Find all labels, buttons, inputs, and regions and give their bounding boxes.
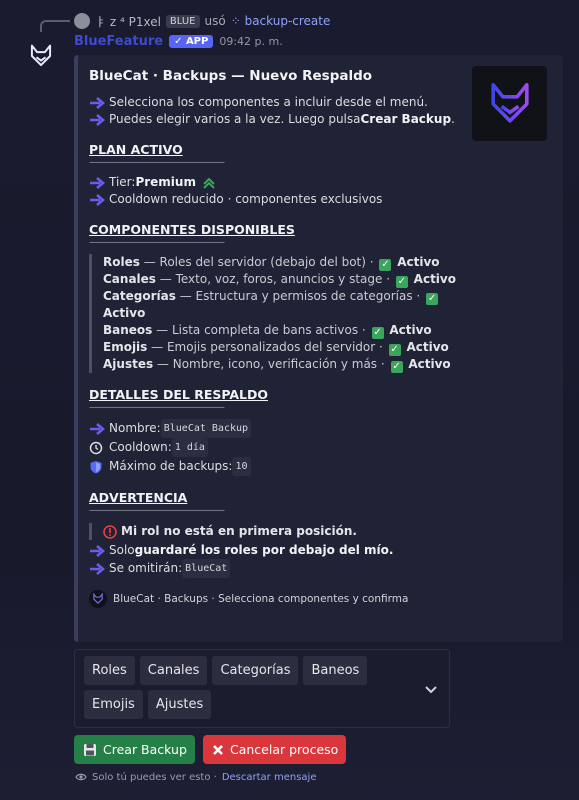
detail-cooldown: Cooldown: 1 día: [89, 438, 549, 457]
fox-logo-icon: [490, 82, 529, 123]
check-icon: ✓: [379, 259, 392, 271]
chevrons-up-icon: [203, 177, 215, 189]
embed-card: BlueCat · Backups — Nuevo Respaldo Selec…: [74, 55, 563, 642]
section-heading: ADVERTENCIA: [89, 490, 188, 505]
component-item: Ajustes — Nombre, icono, verificación y …: [103, 357, 451, 373]
arrow-right-icon: [90, 113, 105, 126]
create-backup-button[interactable]: Crear Backup: [74, 735, 195, 764]
close-icon: [212, 743, 224, 757]
selected-chip[interactable]: Categorías: [212, 656, 299, 685]
selected-chip[interactable]: Emojis: [84, 690, 143, 719]
component-item: Roles — Roles del servidor (debajo del b…: [103, 255, 440, 271]
warning-quote: Mi rol no está en primera posición.: [89, 523, 549, 540]
section-heading: PLAN ACTIVO: [89, 142, 183, 157]
components-quote: Roles — Roles del servidor (debajo del b…: [89, 254, 549, 373]
footer-text: BlueCat · Backups · Selecciona component…: [113, 593, 409, 605]
selected-chip[interactable]: Canales: [139, 656, 208, 685]
reply-username[interactable]: ㅑ z ⁴ P1xel: [95, 13, 161, 30]
check-icon: ✓: [388, 344, 401, 356]
embed-thumbnail[interactable]: [472, 66, 547, 141]
fox-logo-icon: [30, 44, 52, 67]
warning-omitted: Se omitirán: BlueCat: [89, 559, 549, 578]
message-header: BlueFeature ✓ APP 09:42 p. m.: [74, 34, 283, 49]
footer-logo-icon: [89, 590, 107, 608]
component-item: Canales — Texto, voz, foros, anuncios y …: [103, 272, 456, 288]
user-badge: BLUE: [165, 14, 200, 28]
selected-chip[interactable]: Baneos: [303, 656, 368, 685]
embed-footer: BlueCat · Backups · Selecciona component…: [89, 590, 549, 608]
bot-avatar[interactable]: [23, 38, 59, 74]
arrow-right-icon: [90, 544, 105, 557]
section-divider: ———————————————: [89, 157, 225, 168]
clock-icon: [89, 441, 103, 454]
check-icon: ✓: [371, 327, 384, 339]
slash-command-link[interactable]: ⁘ backup-create: [231, 14, 331, 28]
detail-name: Nombre: BlueCat Backup: [89, 419, 549, 438]
check-icon: ✓: [426, 293, 439, 305]
arrow-right-icon: [90, 96, 105, 109]
reply-connector: [40, 20, 70, 32]
section-heading: COMPONENTES DISPONIBLES: [89, 222, 295, 237]
check-icon: ✓: [395, 276, 408, 288]
component-select-menu[interactable]: Roles Canales Categorías Baneos Emojis A…: [74, 649, 450, 728]
timestamp: 09:42 p. m.: [219, 35, 283, 48]
selected-chip[interactable]: Ajustes: [147, 690, 212, 719]
section-heading: DETALLES DEL RESPALDO: [89, 387, 269, 402]
arrow-right-icon: [90, 193, 105, 206]
floppy-disk-icon: [83, 743, 97, 757]
cancel-process-button[interactable]: Cancelar proceso: [203, 735, 346, 764]
warning-alert: Mi rol no está en primera posición.: [103, 523, 549, 540]
alert-icon: [103, 524, 117, 539]
shield-icon: [90, 460, 102, 473]
section-divider: ———————————————: [89, 237, 225, 248]
warning-line: Solo guardaré los roles por debajo del m…: [89, 542, 549, 559]
detail-max: Máximo de backups: 10: [89, 457, 549, 476]
ephemeral-notice: Solo tú puedes ver esto · Descartar mens…: [75, 771, 316, 783]
section-divider: ———————————————: [89, 505, 225, 516]
arrow-right-icon: [90, 176, 105, 189]
chevron-down-icon[interactable]: [425, 682, 437, 698]
dismiss-message-link[interactable]: Descartar mensaje: [222, 772, 317, 783]
used-text: usó: [204, 14, 226, 28]
reply-reference[interactable]: ㅑ z ⁴ P1xel BLUE usó ⁘ backup-create: [74, 12, 330, 30]
plan-cooldown: Cooldown reducido · componentes exclusiv…: [89, 191, 549, 208]
arrow-right-icon: [90, 422, 105, 435]
plan-tier: Tier: Premium: [89, 174, 549, 191]
selected-chip[interactable]: Roles: [84, 656, 135, 685]
component-item: Emojis — Emojis personalizados del servi…: [103, 340, 449, 356]
component-item: Baneos — Lista completa de bans activos …: [103, 323, 432, 339]
component-item: Categorías — Estructura y permisos de ca…: [103, 289, 439, 320]
command-icon: ⁘: [230, 14, 245, 28]
user-avatar[interactable]: [74, 13, 90, 29]
app-badge: ✓ APP: [169, 35, 214, 48]
eye-icon: [75, 773, 87, 781]
section-divider: ———————————————: [89, 402, 225, 413]
arrow-right-icon: [90, 562, 105, 575]
check-icon: ✓: [390, 361, 403, 373]
bot-name[interactable]: BlueFeature: [74, 34, 163, 49]
